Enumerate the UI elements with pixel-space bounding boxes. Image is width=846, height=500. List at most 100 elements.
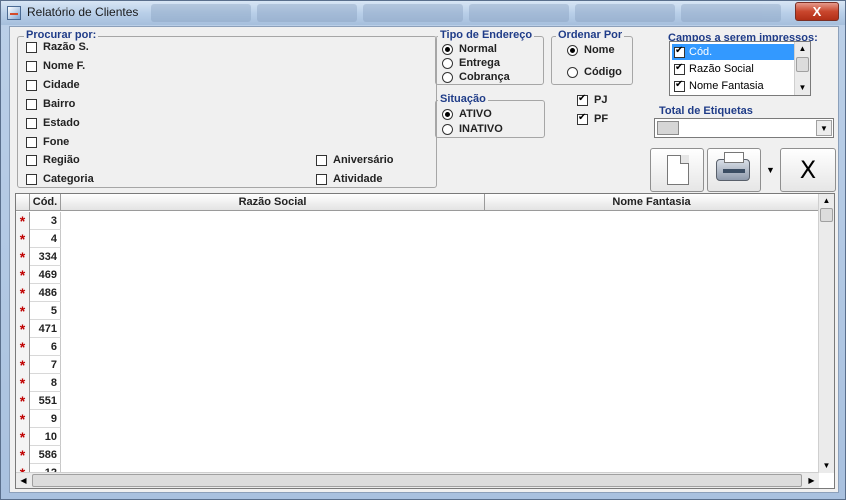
- chevron-down-icon[interactable]: ▼: [816, 120, 832, 136]
- row-marker: *: [16, 338, 30, 356]
- checkbox[interactable]: [316, 154, 327, 166]
- scroll-right-icon[interactable]: ▶: [804, 473, 819, 488]
- checkbox[interactable]: [577, 93, 588, 106]
- print-button[interactable]: [707, 148, 761, 192]
- cell-cod[interactable]: 586: [30, 446, 61, 464]
- row-marker: *: [16, 230, 30, 248]
- tipo-endereco-legend: Tipo de Endereço: [438, 29, 535, 41]
- preview-button[interactable]: [650, 148, 704, 192]
- radio-button[interactable]: [442, 108, 453, 120]
- checkbox[interactable]: [26, 41, 37, 53]
- cell-cod[interactable]: 6: [30, 338, 61, 356]
- radio-nome[interactable]: Nome: [567, 44, 615, 56]
- radio-inativo[interactable]: INATIVO: [442, 123, 503, 135]
- checkbox-pj[interactable]: PJ: [577, 93, 607, 106]
- campo-item-cod[interactable]: Cód.: [672, 44, 794, 60]
- option-regiao[interactable]: Região: [26, 154, 80, 166]
- row-marker: *: [16, 356, 30, 374]
- cell-cod[interactable]: 7: [30, 356, 61, 374]
- checkbox[interactable]: [316, 173, 327, 185]
- cell-cod[interactable]: 486: [30, 284, 61, 302]
- radio-entrega[interactable]: Entrega: [442, 57, 500, 69]
- campo-item-nome-fantasia[interactable]: Nome Fantasia: [672, 78, 794, 94]
- checkbox[interactable]: [577, 112, 588, 125]
- radio-button[interactable]: [442, 71, 453, 83]
- cell-cod[interactable]: 4: [30, 230, 61, 248]
- radio-button[interactable]: [442, 57, 453, 69]
- cell-cod[interactable]: 9: [30, 410, 61, 428]
- radio-button[interactable]: [567, 66, 578, 78]
- close-icon: X: [799, 156, 817, 184]
- window-title: Relatório de Clientes: [27, 5, 139, 19]
- printer-icon: [716, 152, 750, 181]
- option-bairro[interactable]: Bairro: [26, 98, 75, 110]
- cell-cod[interactable]: 10: [30, 428, 61, 446]
- checkbox[interactable]: [26, 98, 37, 110]
- scroll-down-icon[interactable]: ▼: [819, 459, 834, 473]
- combo-value-box: [657, 121, 679, 135]
- radio-button[interactable]: [567, 44, 578, 56]
- print-options-chevron-down-icon[interactable]: ▼: [766, 165, 775, 175]
- option-label: Nome: [584, 44, 615, 56]
- etiquetas-legend: Total de Etiquetas: [657, 105, 755, 117]
- radio-ativo[interactable]: ATIVO: [442, 108, 492, 120]
- procurar-legend: Procurar por:: [24, 29, 99, 41]
- radio-codigo[interactable]: Código: [567, 66, 622, 78]
- radio-normal[interactable]: Normal: [442, 43, 497, 55]
- checkbox[interactable]: [674, 45, 685, 58]
- grid-horizontal-scrollbar[interactable]: ◀ ▶: [16, 472, 819, 488]
- checkbox-pf[interactable]: PF: [577, 112, 608, 125]
- option-razao-s[interactable]: Razão S.: [26, 41, 89, 53]
- scroll-up-icon[interactable]: ▲: [795, 42, 810, 56]
- campo-label: Nome Fantasia: [689, 80, 764, 92]
- campo-label: Cód.: [689, 46, 713, 58]
- checkbox[interactable]: [26, 117, 37, 129]
- campo-item-razao-social[interactable]: Razão Social: [672, 61, 794, 77]
- scroll-thumb[interactable]: [32, 474, 802, 487]
- clients-grid[interactable]: Cód. Razão Social Nome Fantasia * 3 * 4 * 334…: [15, 193, 835, 489]
- cell-cod[interactable]: 3: [30, 212, 61, 230]
- option-nome-f[interactable]: Nome F.: [26, 60, 85, 72]
- checkbox[interactable]: [674, 62, 685, 75]
- option-cidade[interactable]: Cidade: [26, 79, 80, 91]
- option-fone[interactable]: Fone: [26, 136, 69, 148]
- window-close-button[interactable]: X: [795, 2, 839, 21]
- campos-list[interactable]: Cód. Razão Social Nome Fantasia ▲ ▼: [669, 41, 811, 96]
- scroll-left-icon[interactable]: ◀: [16, 473, 31, 488]
- row-marker: *: [16, 212, 30, 230]
- option-atividade[interactable]: Atividade: [316, 173, 383, 185]
- column-header-razao-social[interactable]: Razão Social: [61, 194, 485, 211]
- radio-cobranca[interactable]: Cobrança: [442, 71, 510, 83]
- option-categoria[interactable]: Categoria: [26, 173, 94, 185]
- column-header-cod[interactable]: Cód.: [30, 194, 61, 211]
- option-label: ATIVO: [459, 108, 492, 120]
- scroll-thumb[interactable]: [796, 57, 809, 72]
- close-report-button[interactable]: X: [780, 148, 836, 192]
- cell-cod[interactable]: 469: [30, 266, 61, 284]
- checkbox[interactable]: [26, 60, 37, 72]
- column-header-nome-fantasia[interactable]: Nome Fantasia: [485, 194, 819, 211]
- radio-button[interactable]: [442, 123, 453, 135]
- cell-cod[interactable]: 334: [30, 248, 61, 266]
- checkbox[interactable]: [26, 154, 37, 166]
- option-label: Fone: [43, 136, 70, 148]
- cell-cod[interactable]: 551: [30, 392, 61, 410]
- radio-button[interactable]: [442, 43, 453, 55]
- checkbox[interactable]: [26, 136, 37, 148]
- checkbox[interactable]: [26, 173, 37, 185]
- etiquetas-combo[interactable]: ▼: [654, 118, 834, 138]
- ordenar-legend: Ordenar Por: [556, 29, 625, 41]
- checkbox[interactable]: [674, 79, 685, 92]
- checkbox[interactable]: [26, 79, 37, 91]
- cell-cod[interactable]: 8: [30, 374, 61, 392]
- scroll-up-icon[interactable]: ▲: [819, 194, 834, 208]
- grid-vertical-scrollbar[interactable]: ▲ ▼: [818, 194, 834, 473]
- scroll-thumb[interactable]: [820, 208, 833, 222]
- cell-cod[interactable]: 5: [30, 302, 61, 320]
- scroll-down-icon[interactable]: ▼: [795, 81, 810, 95]
- option-label: INATIVO: [459, 123, 503, 135]
- cell-cod[interactable]: 471: [30, 320, 61, 338]
- option-aniversario[interactable]: Aniversário: [316, 154, 394, 166]
- campos-scrollbar[interactable]: ▲ ▼: [794, 42, 810, 95]
- option-estado[interactable]: Estado: [26, 117, 80, 129]
